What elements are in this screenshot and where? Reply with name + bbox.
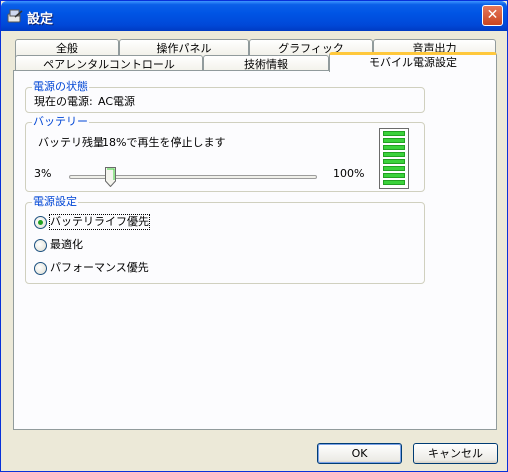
radio-battery-life[interactable]	[34, 216, 47, 229]
radio-performance[interactable]	[34, 262, 47, 275]
option-optimized-label[interactable]: 最適化	[50, 238, 83, 252]
option-performance-label[interactable]: パフォーマンス優先	[50, 261, 149, 275]
battery-title: バッテリー	[32, 115, 89, 129]
close-icon: ✕	[486, 7, 499, 23]
ok-button[interactable]: OK	[317, 443, 402, 464]
power-settings-title: 電源設定	[32, 195, 78, 209]
slider-min-label: 3%	[34, 167, 52, 180]
battery-remaining-label: バッテリ残量	[38, 136, 104, 149]
settings-app-icon	[7, 9, 23, 23]
battery-bar	[383, 173, 405, 178]
battery-bar	[383, 138, 405, 143]
power-state-title: 電源の状態	[32, 80, 89, 94]
power-source-label: 現在の電源:	[34, 95, 93, 108]
battery-bar	[383, 145, 405, 150]
cancel-button[interactable]: キャンセル	[413, 443, 498, 464]
close-button[interactable]: ✕	[482, 5, 503, 26]
power-source-value: AC電源	[98, 95, 136, 108]
radio-optimized[interactable]	[34, 239, 47, 252]
battery-group: バッテリー	[25, 115, 425, 192]
slider-max-label: 100%	[333, 167, 365, 180]
battery-bar	[383, 159, 405, 164]
battery-bar	[383, 152, 405, 157]
slider-thumb[interactable]	[105, 167, 116, 187]
battery-threshold-text: 18%で再生を停止します	[102, 136, 226, 149]
tab-mobile-power[interactable]: モバイル電源設定	[329, 52, 497, 72]
title-bar[interactable]: 設定 ✕	[1, 1, 507, 31]
settings-window: 設定 ✕ 全般 操作パネル グラフィック 音声出力 ペアレンタルコントロール 技…	[0, 0, 508, 472]
battery-bar	[383, 131, 405, 136]
battery-level-indicator	[379, 128, 409, 189]
battery-bar	[383, 180, 405, 185]
battery-bar	[383, 166, 405, 171]
window-title: 設定	[27, 12, 54, 27]
option-battery-life-label[interactable]: バッテリライフ優先	[49, 214, 150, 230]
